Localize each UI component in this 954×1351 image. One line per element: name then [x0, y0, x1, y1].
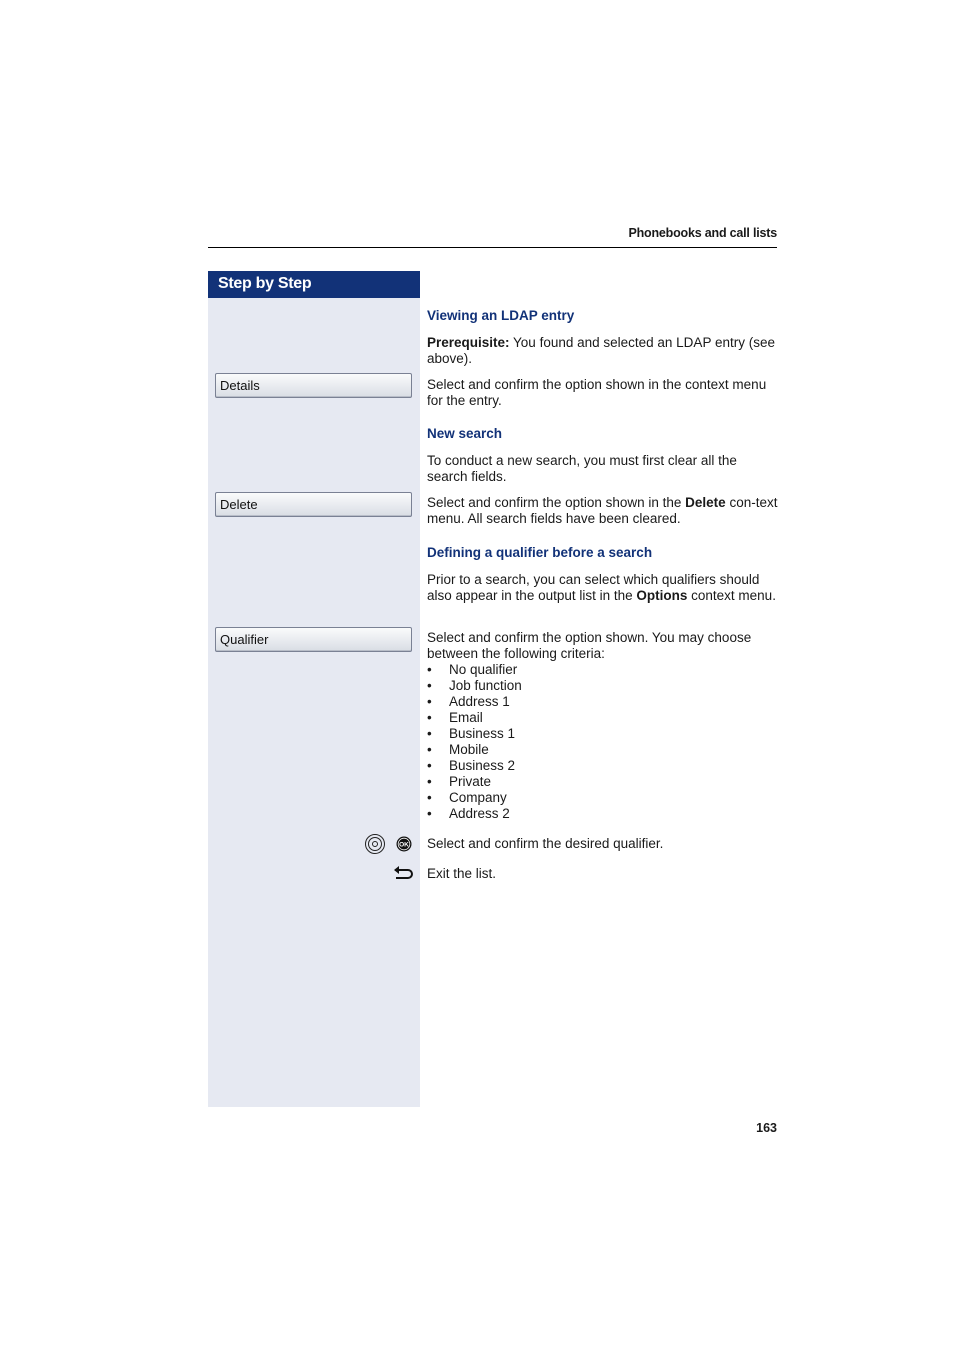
- list-item: No qualifier: [427, 662, 522, 678]
- exit-list-text: Exit the list.: [427, 866, 497, 881]
- details-button[interactable]: Details: [215, 373, 412, 398]
- options-bold: Options: [636, 588, 688, 603]
- list-item: Job function: [427, 678, 522, 694]
- svg-text:OK: OK: [399, 842, 409, 849]
- list-item: Address 2: [427, 806, 522, 822]
- running-header: Phonebooks and call lists: [628, 226, 777, 240]
- list-item: Business 2: [427, 758, 522, 774]
- list-item: Company: [427, 790, 522, 806]
- delete-button[interactable]: Delete: [215, 492, 412, 517]
- list-item: Business 1: [427, 726, 522, 742]
- delete-bold: Delete: [685, 495, 726, 510]
- list-item: Mobile: [427, 742, 522, 758]
- qualifier-intro: Prior to a search, you can select which …: [427, 572, 779, 604]
- page-number: 163: [756, 1121, 777, 1135]
- heading-qualifier: Defining a qualifier before a search: [427, 545, 653, 560]
- list-item: Email: [427, 710, 522, 726]
- details-instruction: Select and confirm the option shown in t…: [427, 377, 767, 408]
- sidebar-title-text: Step by Step: [218, 275, 312, 292]
- new-search-intro: To conduct a new search, you must first …: [427, 453, 737, 484]
- text: Select and confirm the option shown in t…: [427, 495, 686, 510]
- criteria-list: No qualifier Job function Address 1 Emai…: [427, 662, 522, 822]
- heading-new-search: New search: [427, 426, 503, 441]
- back-key-icon: [394, 866, 413, 879]
- navigator-icon: [365, 834, 385, 854]
- confirm-qualifier-text: Select and confirm the desired qualifier…: [427, 836, 664, 851]
- qualifier-button[interactable]: Qualifier: [215, 627, 412, 652]
- list-item: Address 1: [427, 694, 522, 710]
- prereq-label: Prerequisite:: [427, 335, 510, 350]
- sidebar-title: Step by Step: [208, 271, 420, 298]
- delete-label: Delete: [220, 497, 258, 512]
- heading-viewing-ldap: Viewing an LDAP entry: [427, 308, 575, 323]
- header-rule: [208, 247, 777, 248]
- details-label: Details: [220, 378, 260, 393]
- ok-key-icon: OK: [396, 836, 412, 852]
- qualifier-instruction: Select and confirm the option shown. You…: [427, 630, 752, 661]
- text: context menu.: [687, 588, 776, 603]
- list-item: Private: [427, 774, 522, 790]
- prerequisite-text: Prerequisite: You found and selected an …: [427, 335, 779, 367]
- delete-instruction: Select and confirm the option shown in t…: [427, 495, 779, 527]
- qualifier-label: Qualifier: [220, 632, 269, 647]
